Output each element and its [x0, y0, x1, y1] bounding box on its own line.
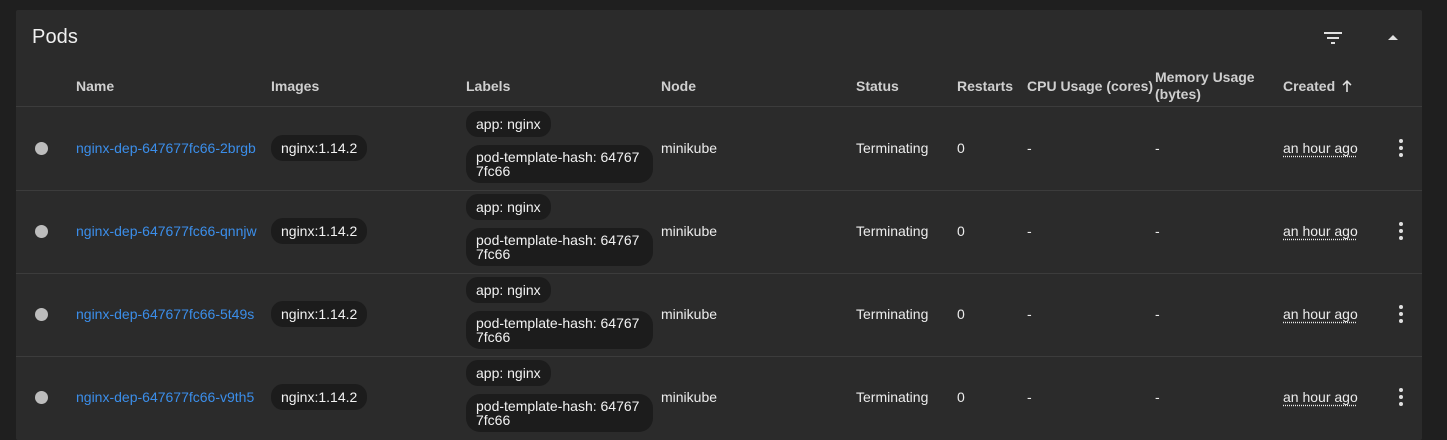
column-header-name[interactable]: Name — [76, 66, 114, 106]
created-cell: an hour ago — [1283, 306, 1358, 322]
pod-name-link[interactable]: nginx-dep-647677fc66-v9th5 — [76, 389, 254, 405]
column-header-status[interactable]: Status — [856, 66, 899, 106]
memory-cell: - — [1155, 223, 1160, 239]
pod-name-link[interactable]: nginx-dep-647677fc66-5t49s — [76, 306, 254, 322]
table-row: nginx-dep-647677fc66-v9th5 nginx:1.14.2 … — [16, 356, 1422, 439]
image-chip: nginx:1.14.2 — [271, 218, 368, 244]
node-cell[interactable]: minikube — [661, 389, 717, 405]
column-header-restarts[interactable]: Restarts — [957, 66, 1013, 106]
status-cell: Terminating — [856, 306, 929, 322]
column-header-labels[interactable]: Labels — [466, 66, 510, 106]
column-header-memory-line1: Memory Usage — [1155, 69, 1255, 85]
cpu-cell: - — [1027, 389, 1032, 405]
image-chip: nginx:1.14.2 — [271, 301, 368, 327]
restarts-cell: 0 — [957, 223, 965, 239]
column-header-created-label: Created — [1283, 78, 1336, 94]
created-cell: an hour ago — [1283, 223, 1358, 239]
column-header-node[interactable]: Node — [661, 66, 696, 106]
table-row: nginx-dep-647677fc66-5t49s nginx:1.14.2 … — [16, 273, 1422, 357]
more-vert-icon[interactable] — [1391, 138, 1411, 158]
card-header: Pods — [16, 10, 1422, 66]
image-chip: nginx:1.14.2 — [271, 384, 368, 410]
memory-cell: - — [1155, 306, 1160, 322]
column-header-memory[interactable]: Memory Usage (bytes) — [1155, 66, 1255, 106]
status-dot-icon — [35, 391, 48, 404]
memory-cell: - — [1155, 140, 1160, 156]
status-cell: Terminating — [856, 389, 929, 405]
status-dot-icon — [35, 142, 48, 155]
restarts-cell: 0 — [957, 140, 965, 156]
expand-less-icon[interactable] — [1381, 26, 1405, 50]
cpu-cell: - — [1027, 306, 1032, 322]
restarts-cell: 0 — [957, 389, 965, 405]
card-title: Pods — [32, 26, 78, 48]
image-chip: nginx:1.14.2 — [271, 135, 368, 161]
created-cell: an hour ago — [1283, 389, 1358, 405]
column-header-images[interactable]: Images — [271, 66, 319, 106]
created-cell: an hour ago — [1283, 140, 1358, 156]
label-chip: pod-template-hash: 647677fc66 — [466, 394, 653, 432]
status-dot-icon — [35, 225, 48, 238]
pod-name-link[interactable]: nginx-dep-647677fc66-qnnjw — [76, 223, 257, 239]
cpu-cell: - — [1027, 223, 1032, 239]
more-vert-icon[interactable] — [1391, 304, 1411, 324]
node-cell[interactable]: minikube — [661, 223, 717, 239]
node-cell[interactable]: minikube — [661, 140, 717, 156]
label-chip: pod-template-hash: 647677fc66 — [466, 145, 653, 183]
column-header-created[interactable]: Created — [1283, 66, 1353, 106]
status-cell: Terminating — [856, 223, 929, 239]
label-chip: app: nginx — [466, 360, 551, 386]
node-cell[interactable]: minikube — [661, 306, 717, 322]
label-chip: app: nginx — [466, 111, 551, 137]
sort-ascending-icon — [1342, 80, 1352, 92]
restarts-cell: 0 — [957, 306, 965, 322]
label-chip: app: nginx — [466, 194, 551, 220]
cpu-cell: - — [1027, 140, 1032, 156]
table-row: nginx-dep-647677fc66-qnnjw nginx:1.14.2 … — [16, 190, 1422, 274]
label-chip: app: nginx — [466, 277, 551, 303]
pod-name-link[interactable]: nginx-dep-647677fc66-2brgb — [76, 140, 256, 156]
table-row: nginx-dep-647677fc66-2brgb nginx:1.14.2 … — [16, 107, 1422, 191]
column-header-memory-line2: (bytes) — [1155, 86, 1201, 102]
table-header: Name Images Labels Node Status Restarts … — [16, 66, 1422, 107]
filter-icon[interactable] — [1321, 26, 1345, 50]
more-vert-icon[interactable] — [1391, 221, 1411, 241]
pods-card: Pods Name Images Labels Node Status Rest… — [16, 10, 1422, 440]
label-chip: pod-template-hash: 647677fc66 — [466, 228, 653, 266]
more-vert-icon[interactable] — [1391, 387, 1411, 407]
column-header-cpu[interactable]: CPU Usage (cores) — [1027, 66, 1153, 106]
memory-cell: - — [1155, 389, 1160, 405]
status-dot-icon — [35, 308, 48, 321]
label-chip: pod-template-hash: 647677fc66 — [466, 311, 653, 349]
status-cell: Terminating — [856, 140, 929, 156]
